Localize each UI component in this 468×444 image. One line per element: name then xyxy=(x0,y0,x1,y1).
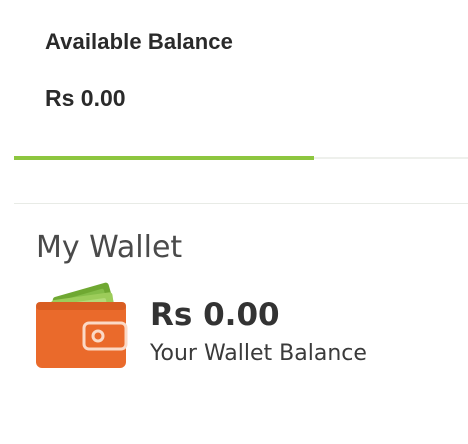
balance-progress-fill xyxy=(14,156,314,160)
available-balance-title: Available Balance xyxy=(45,29,233,54)
wallet-balance-amount: Rs 0.00 xyxy=(150,297,280,333)
available-balance-amount: Rs 0.00 xyxy=(45,85,126,111)
wallet-icon xyxy=(34,278,130,370)
balance-progress-bar xyxy=(14,156,468,160)
section-divider xyxy=(14,203,468,204)
wallet-balance-caption: Your Wallet Balance xyxy=(150,341,367,366)
available-balance-card: Available Balance Rs 0.00 xyxy=(0,0,468,162)
my-wallet-heading: My Wallet xyxy=(36,230,183,265)
